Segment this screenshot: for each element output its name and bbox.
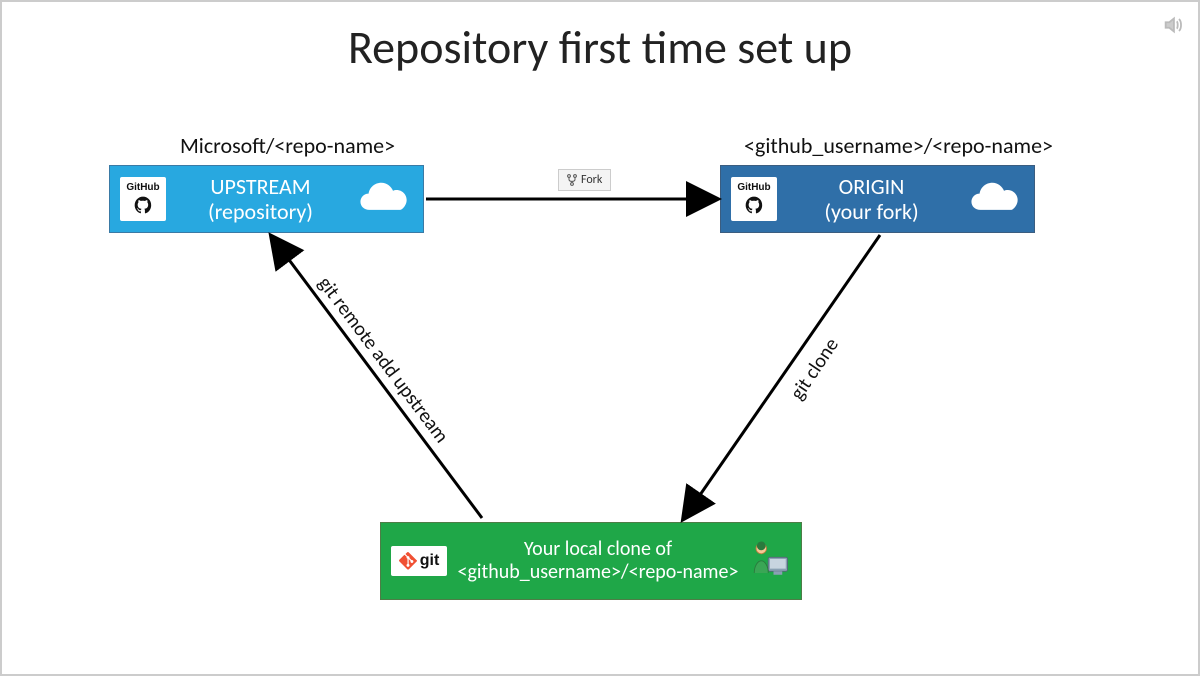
fork-icon [567, 174, 577, 186]
upstream-box: GitHub UPSTREAM (repository) [109, 165, 424, 233]
github-logo-text: GitHub [737, 183, 770, 193]
git-remote-add-label: git remote add upstream [313, 272, 454, 448]
local-line1: Your local clone of [524, 537, 672, 561]
upstream-box-text: UPSTREAM (repository) [166, 174, 355, 225]
origin-subtitle: (your fork) [824, 198, 918, 225]
local-box-text: Your local clone of <github_username>/<r… [447, 538, 749, 584]
slide-title: Repository first time set up [2, 20, 1198, 76]
origin-title: ORIGIN [839, 173, 905, 200]
slide-canvas: Repository first time set up Microsoft/<… [0, 0, 1200, 676]
github-logo-icon: GitHub [731, 177, 777, 221]
cloud-icon [966, 179, 1024, 219]
upstream-path-label: Microsoft/<repo-name> [180, 132, 395, 159]
github-logo-icon: GitHub [120, 177, 166, 221]
cloud-icon [355, 179, 413, 219]
upstream-title: UPSTREAM [210, 173, 310, 200]
fork-label: Fork [581, 173, 602, 187]
fork-badge: Fork [558, 169, 611, 191]
git-logo-icon: git [391, 546, 447, 576]
git-logo-text: git [420, 552, 440, 570]
origin-box: GitHub ORIGIN (your fork) [720, 165, 1035, 233]
origin-path-label: <github_username>/<repo-name> [744, 132, 1053, 159]
origin-box-text: ORIGIN (your fork) [777, 174, 966, 225]
user-computer-icon [749, 538, 791, 585]
local-line2: <github_username>/<repo-name> [458, 560, 739, 584]
upstream-subtitle: (repository) [208, 198, 313, 225]
github-logo-text: GitHub [126, 183, 159, 193]
git-clone-label: git clone [785, 334, 844, 405]
local-clone-box: git Your local clone of <github_username… [380, 522, 802, 600]
